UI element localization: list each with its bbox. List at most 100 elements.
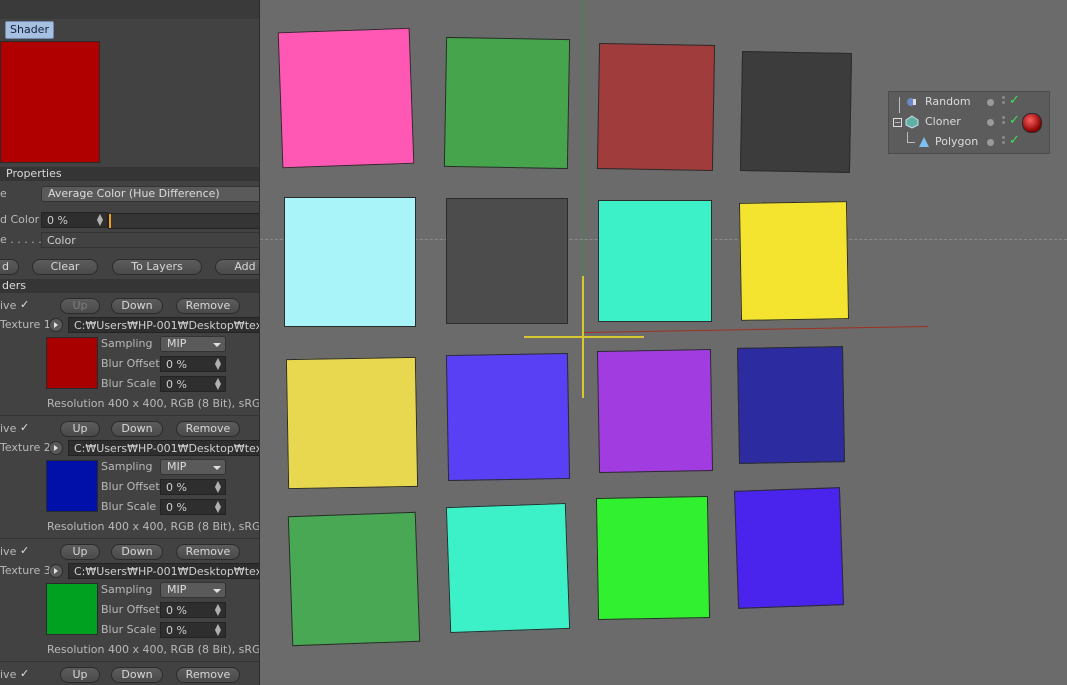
3d-viewport[interactable]: Random ✓ − Cloner ✓ Polygon ✓ [260, 0, 1067, 685]
active-checkbox-icon[interactable]: ✓ [20, 544, 29, 557]
expand-arrow-icon[interactable] [49, 564, 63, 578]
enabled-check-icon[interactable]: ✓ [1009, 113, 1020, 128]
active-checkbox-icon[interactable]: ✓ [20, 421, 29, 434]
type-value: Color [47, 234, 76, 247]
blur-scale-input[interactable]: 0 % ▲ ▼ [160, 622, 226, 638]
stepper-arrows-icon[interactable]: ▲ ▼ [215, 603, 221, 617]
clone-cube-3[interactable] [596, 42, 716, 172]
clone-cube-1[interactable] [277, 27, 415, 169]
blur-scale-value: 0 % [166, 378, 187, 391]
up-button[interactable]: Up [60, 544, 100, 560]
enabled-check-icon[interactable]: ✓ [1009, 93, 1020, 108]
object-row-cloner[interactable]: − Cloner ✓ [889, 112, 1049, 133]
visibility-dot-icon[interactable] [987, 99, 994, 106]
stepper-arrows-icon[interactable]: ▲ ▼ [215, 623, 221, 637]
clone-cube-15[interactable] [595, 496, 711, 620]
render-dots-icon[interactable] [1002, 116, 1005, 128]
enabled-check-icon[interactable]: ✓ [1009, 133, 1020, 148]
sampling-dropdown[interactable]: MIP [160, 336, 226, 352]
load-button[interactable]: d [0, 259, 19, 275]
clone-cube-14[interactable] [445, 502, 571, 634]
visibility-dot-icon[interactable] [987, 139, 994, 146]
down-button[interactable]: Down [111, 667, 163, 683]
clone-cube-2[interactable] [443, 36, 571, 170]
chevron-down-icon [213, 343, 221, 347]
active-checkbox-icon[interactable]: ✓ [20, 298, 29, 311]
sampling-value: MIP [167, 460, 187, 473]
blur-offset-input[interactable]: 0 % ▲ ▼ [160, 356, 226, 372]
visibility-dot-icon[interactable] [987, 119, 994, 126]
clone-cube-8[interactable] [738, 201, 850, 321]
mode-dropdown[interactable]: Average Color (Hue Difference) [41, 186, 259, 202]
clone-cube-7[interactable] [598, 200, 712, 322]
up-button[interactable]: Up [60, 298, 100, 314]
texture-path-field[interactable]: C:₩Users₩HP-001₩Desktop₩text₩im [68, 440, 260, 456]
texture-path-field[interactable]: C:₩Users₩HP-001₩Desktop₩text₩im [68, 563, 259, 579]
clear-button[interactable]: Clear [32, 259, 98, 275]
gizmo-horizontal[interactable] [524, 336, 644, 338]
object-row-random[interactable]: Random ✓ [889, 92, 1049, 113]
down-button[interactable]: Down [111, 421, 163, 437]
type-field[interactable]: Color [41, 232, 259, 248]
clone-cube-13[interactable] [287, 511, 421, 647]
clone-cube-16[interactable] [733, 487, 845, 609]
object-label: Random [925, 95, 971, 108]
stepper-arrows-icon[interactable]: ▲ ▼ [215, 377, 221, 391]
texture-path-value: C:₩Users₩HP-001₩Desktop₩text₩im [74, 442, 260, 455]
sampling-dropdown[interactable]: MIP [160, 582, 226, 598]
collapse-minus-icon[interactable]: − [893, 118, 902, 127]
down-button[interactable]: Down [111, 544, 163, 560]
clone-cube-4[interactable] [739, 51, 853, 173]
mode-label: e [0, 187, 7, 200]
stepper-arrows-icon[interactable]: ▲ ▼ [215, 357, 221, 371]
blur-offset-label: Blur Offset [101, 480, 160, 493]
remove-button[interactable]: Remove [176, 667, 240, 683]
down-button[interactable]: Down [111, 298, 163, 314]
gizmo-vertical[interactable] [582, 276, 584, 398]
clone-cube-5[interactable] [284, 197, 416, 327]
divider [0, 538, 259, 539]
up-button[interactable]: Up [60, 421, 100, 437]
clone-cube-11[interactable] [596, 349, 714, 473]
clone-cube-6[interactable] [446, 198, 568, 324]
remove-button[interactable]: Remove [176, 421, 240, 437]
clone-cube-10[interactable] [445, 352, 571, 482]
remove-button[interactable]: Remove [176, 544, 240, 560]
clone-cube-12[interactable] [736, 346, 846, 464]
properties-section-title: Properties [6, 167, 62, 180]
clone-cube-9[interactable] [285, 356, 419, 490]
material-tag-icon[interactable] [1022, 113, 1042, 133]
blend-color-slider[interactable] [108, 213, 259, 229]
texture-preview [46, 460, 98, 512]
blur-offset-value: 0 % [166, 604, 187, 617]
remove-button[interactable]: Remove [176, 298, 240, 314]
texture-label: Texture 3 [0, 564, 51, 577]
texture-path-field[interactable]: C:₩Users₩HP-001₩Desktop₩text₩im [68, 317, 259, 333]
expand-arrow-icon[interactable] [49, 441, 63, 455]
blur-scale-input[interactable]: 0 % ▲ ▼ [160, 499, 226, 515]
properties-section-header[interactable]: Properties [0, 167, 259, 181]
texture-preview [46, 337, 98, 389]
up-button[interactable]: Up [60, 667, 100, 683]
render-dots-icon[interactable] [1002, 96, 1005, 108]
tab-shader[interactable]: Shader [5, 21, 54, 39]
active-checkbox-icon[interactable]: ✓ [20, 667, 29, 680]
shaders-section-header[interactable]: ders [0, 279, 259, 293]
blend-color-input[interactable]: 0 % ▲ ▼ [41, 212, 108, 228]
panel-header [0, 0, 259, 19]
sampling-dropdown[interactable]: MIP [160, 459, 226, 475]
add-button[interactable]: Add [215, 259, 259, 275]
object-row-polygon[interactable]: Polygon ✓ [889, 132, 1049, 152]
sampling-label: Sampling [101, 583, 153, 596]
blur-offset-input[interactable]: 0 % ▲ ▼ [160, 602, 226, 618]
to-layers-button[interactable]: To Layers [112, 259, 202, 275]
blur-scale-label: Blur Scale [101, 500, 157, 513]
blur-offset-input[interactable]: 0 % ▲ ▼ [160, 479, 226, 495]
blur-scale-input[interactable]: 0 % ▲ ▼ [160, 376, 226, 392]
stepper-arrows-icon[interactable]: ▲ ▼ [97, 213, 103, 227]
expand-arrow-icon[interactable] [49, 318, 63, 332]
stepper-arrows-icon[interactable]: ▲ ▼ [215, 480, 221, 494]
render-dots-icon[interactable] [1002, 136, 1005, 148]
slider-handle[interactable] [109, 214, 111, 228]
stepper-arrows-icon[interactable]: ▲ ▼ [215, 500, 221, 514]
